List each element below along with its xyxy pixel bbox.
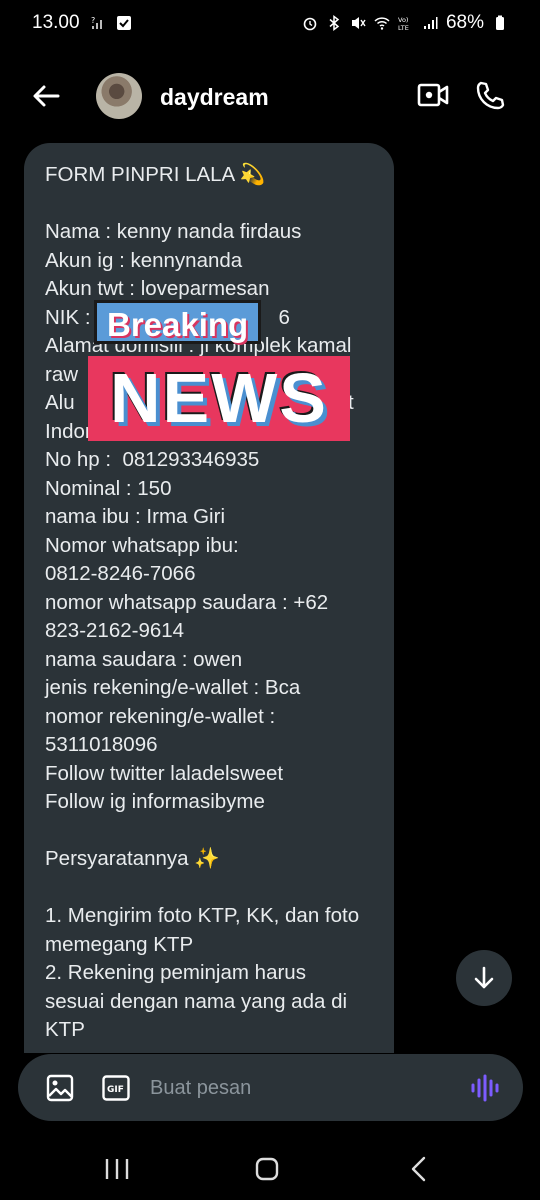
battery-percent: 68%	[445, 12, 484, 33]
avatar[interactable]	[96, 73, 142, 119]
message-text: FORM PINPRI LALA 💫 Nama : kenny nanda fi…	[45, 163, 360, 1041]
message-input[interactable]	[150, 1072, 450, 1104]
video-call-icon[interactable]	[417, 81, 449, 109]
status-time: 13.00	[32, 12, 80, 33]
chat-header: daydream	[0, 62, 540, 132]
home-icon[interactable]	[255, 1157, 279, 1181]
cell-signal-icon	[423, 17, 438, 29]
volte-icon: Vo)LTE	[398, 16, 409, 31]
vibrate-mute-icon	[351, 17, 366, 29]
sticker-breaking-label: Breaking	[94, 300, 262, 344]
system-nav-bar	[0, 1140, 540, 1200]
wifi-icon	[374, 17, 390, 30]
message-bubble[interactable]: FORM PINPRI LALA 💫 Nama : kenny nanda fi…	[24, 143, 394, 1053]
check-box-icon	[116, 16, 131, 30]
image-icon[interactable]	[46, 1074, 74, 1102]
scroll-to-bottom-button[interactable]	[456, 950, 512, 1006]
svg-text:GIF: GIF	[107, 1085, 124, 1095]
status-bar: 13.00 ? Vo) LTE 68%	[0, 0, 540, 46]
message-composer: GIF	[18, 1054, 523, 1121]
recents-icon[interactable]	[104, 1157, 130, 1181]
battery-icon	[496, 15, 504, 30]
phone-icon[interactable]	[474, 80, 506, 112]
svg-text:?: ?	[91, 16, 95, 25]
contact-name[interactable]: daydream	[160, 84, 269, 111]
sticker-news-label: NEWS	[88, 356, 350, 441]
signal-mute-icon: ?	[91, 16, 102, 29]
alarm-icon	[303, 17, 317, 31]
arrow-down-icon	[474, 966, 494, 989]
gif-icon[interactable]: GIF	[102, 1075, 130, 1101]
svg-text:LTE: LTE	[398, 24, 409, 31]
svg-text:Vo): Vo)	[398, 16, 408, 24]
back-arrow-icon[interactable]	[30, 80, 62, 112]
voice-message-icon[interactable]	[470, 1073, 502, 1103]
nav-back-icon[interactable]	[408, 1156, 430, 1182]
bluetooth-icon	[329, 15, 340, 31]
breaking-news-sticker: Breaking NEWS	[88, 296, 350, 446]
